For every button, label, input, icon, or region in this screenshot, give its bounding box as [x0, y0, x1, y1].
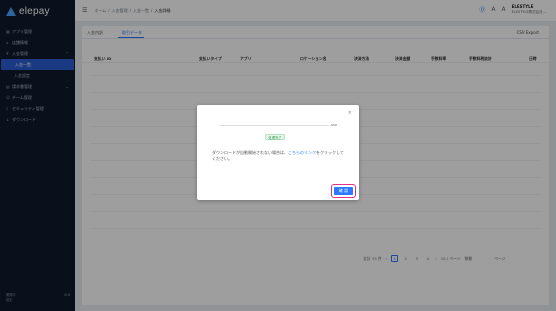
download-message: ダウンロードが自動開始されない場合は、こちらのリンクをクリックしてください。	[212, 150, 347, 162]
confirm-button-highlight: 確 認	[331, 184, 356, 198]
confirm-button[interactable]: 確 認	[334, 187, 353, 195]
download-link[interactable]: こちらのリンク	[288, 150, 316, 155]
download-url	[219, 125, 329, 126]
close-icon[interactable]: ×	[348, 110, 352, 116]
status-badge: 処理完了	[265, 134, 285, 140]
message-text: ダウンロードが自動開始されない場合は、	[212, 150, 288, 155]
download-complete-dialog: × .csv 処理完了 ダウンロードが自動開始されない場合は、こちらのリンクをク…	[197, 105, 359, 200]
download-file-extension: .csv	[330, 123, 337, 127]
